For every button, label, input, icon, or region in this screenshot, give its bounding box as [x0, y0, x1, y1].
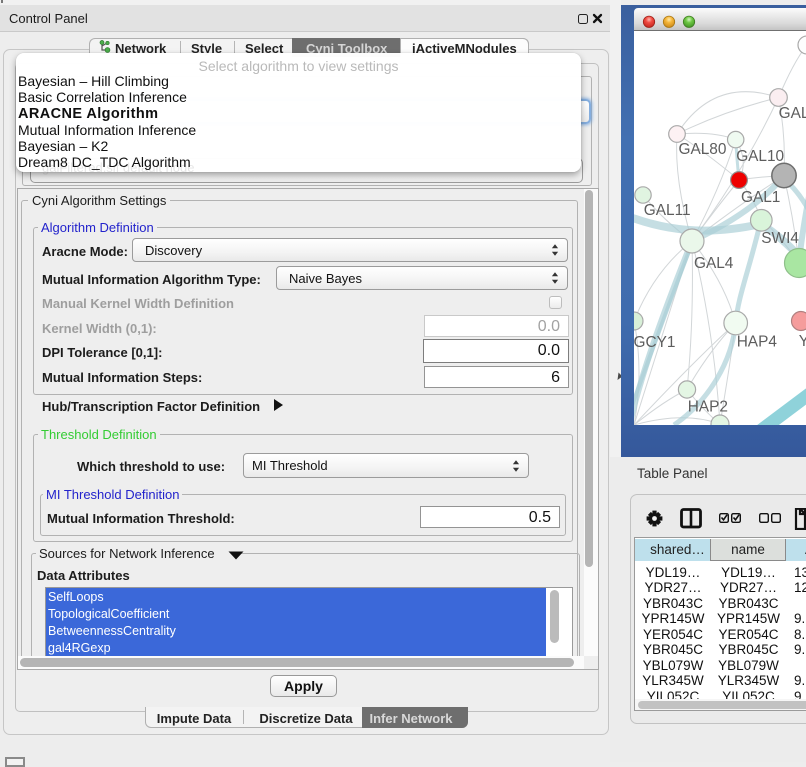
svg-text:SWI4: SWI4	[761, 230, 799, 247]
svg-text:GCY1: GCY1	[634, 334, 675, 351]
svg-text:GAL: GAL	[779, 105, 806, 122]
svg-text:GAL4: GAL4	[694, 255, 734, 272]
svg-text:GAL11: GAL11	[644, 202, 691, 219]
svg-text:GAL1: GAL1	[741, 189, 780, 206]
svg-text:HAP4: HAP4	[737, 334, 778, 351]
svg-text:Y: Y	[799, 333, 806, 350]
svg-text:GAL80: GAL80	[679, 141, 727, 158]
svg-text:GAL10: GAL10	[736, 148, 784, 165]
svg-text:HAP2: HAP2	[688, 399, 728, 416]
